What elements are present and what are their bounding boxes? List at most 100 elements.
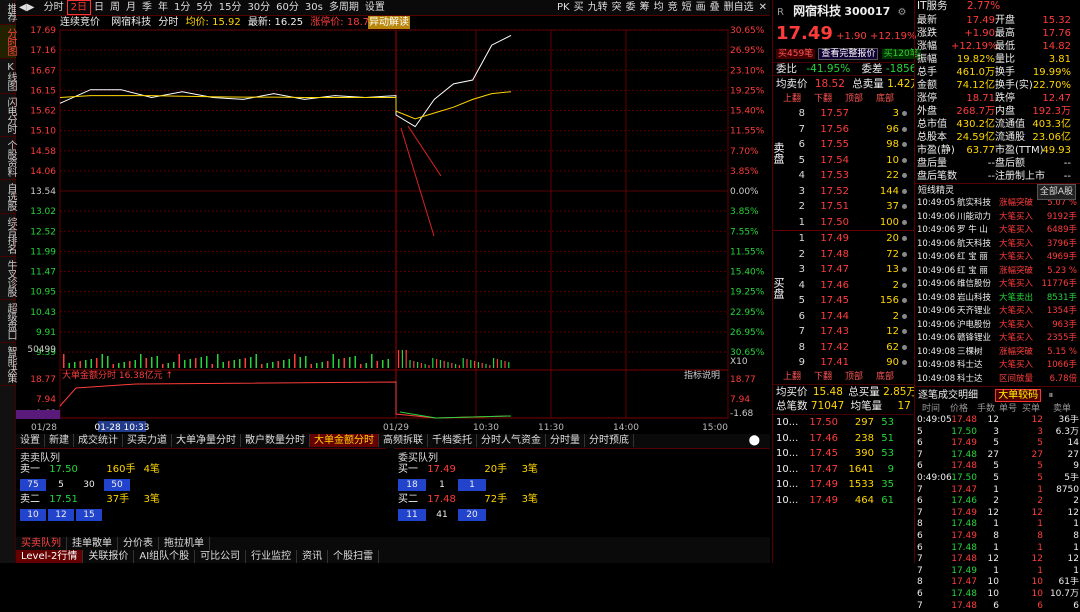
indicator-tab-4[interactable]: 大单净量分时 — [172, 434, 241, 447]
function-tab-3[interactable]: 可比公司 — [195, 550, 246, 563]
recent-trades: 10...17.502975310...17.462385110...17.45… — [773, 414, 914, 508]
indicator-tab-1[interactable]: 新建 — [45, 434, 74, 447]
sprite-scope-select[interactable]: 全部A股 — [1037, 184, 1076, 200]
left-tab-9[interactable]: 智能决策 — [0, 343, 16, 386]
function-tab-4[interactable]: 行业监控 — [246, 550, 297, 563]
tool-button-10[interactable]: 叠 — [708, 0, 722, 15]
queue-tab-1[interactable]: 挂单散单 — [67, 537, 118, 550]
period-tab-14[interactable]: 设置 — [362, 0, 388, 15]
indicator-tab-0[interactable]: 设置 — [16, 434, 45, 447]
left-tab-1[interactable]: 分时图 — [0, 25, 16, 59]
summary-cell: 14.82 — [1031, 40, 1071, 53]
tool-button-4[interactable]: 委 — [624, 0, 638, 15]
y-tick-right: 3.85% — [730, 167, 759, 177]
period-tab-5[interactable]: 季 — [139, 0, 155, 15]
sprite-row[interactable]: 10:49:06沪电股份大笔买入963手 — [917, 319, 1080, 333]
period-tab-11[interactable]: 60分 — [273, 0, 302, 15]
close-icon[interactable]: ✕ — [756, 0, 770, 15]
indicator-button[interactable]: 指标说明 — [684, 369, 720, 381]
tool-button-11[interactable]: 删自选 — [722, 0, 756, 15]
period-tab-12[interactable]: 30s — [302, 0, 326, 15]
olhead2-btn-2[interactable]: 顶部 — [845, 370, 876, 384]
period-tab-6[interactable]: 年 — [155, 0, 171, 15]
olhead2-btn-0[interactable]: 上翻 — [783, 370, 814, 384]
olhead1-btn-1[interactable]: 下翻 — [814, 92, 845, 106]
pause-icon[interactable]: ⏸ — [1048, 390, 1053, 401]
left-tab-2[interactable]: K线图 — [0, 59, 16, 94]
indicator-tab-5[interactable]: 散户数量分时 — [241, 434, 310, 447]
olhead1-btn-2[interactable]: 顶部 — [845, 92, 876, 106]
tool-button-7[interactable]: 竞 — [666, 0, 680, 15]
indicator-tab-11[interactable]: 分时预底 — [585, 434, 634, 447]
left-tab-6[interactable]: 综合排名 — [0, 214, 16, 257]
sprite-row[interactable]: 10:49:06维信股份大笔买入11776手 — [917, 278, 1080, 292]
sprite-row[interactable]: 10:49:06川能动力大笔买入9192手 — [917, 211, 1080, 225]
queue-tab-2[interactable]: 分价表 — [118, 537, 159, 550]
x-tick: 01/29 — [383, 423, 409, 433]
function-tab-0[interactable]: Level-2行情 — [16, 550, 83, 563]
function-tab-2[interactable]: AI组队个股 — [134, 550, 195, 563]
period-tab-1[interactable]: 2日 — [67, 0, 91, 15]
summary-cell: 盘后笔数 — [917, 170, 951, 183]
left-tab-4[interactable]: 个股资料 — [0, 137, 16, 180]
period-tab-3[interactable]: 周 — [107, 0, 123, 15]
queue-tab-0[interactable]: 买卖队列 — [16, 537, 67, 550]
queue-tab-3[interactable]: 拖拉机单 — [159, 537, 210, 550]
olhead1-btn-0[interactable]: 上翻 — [783, 92, 814, 106]
tool-button-6[interactable]: 均 — [652, 0, 666, 15]
sprite-cell: 大笔买入 — [999, 238, 1039, 252]
intraday-chart[interactable]: 17.6930.65%17.1626.95%16.6723.10%16.1519… — [16, 16, 770, 434]
toolbar-arrows-icon[interactable]: ◀▶ — [16, 0, 37, 15]
period-tab-9[interactable]: 15分 — [216, 0, 245, 15]
olhead2-btn-3[interactable]: 底部 — [876, 370, 907, 384]
sprite-row[interactable]: 10:49:06罗 牛 山大笔买入6489手 — [917, 224, 1080, 238]
tool-button-5[interactable]: 筹 — [638, 0, 652, 15]
left-tab-8[interactable]: 超级盘口 — [0, 300, 16, 343]
function-tab-6[interactable]: 个股扫雷 — [328, 550, 379, 563]
olhead2-btn-1[interactable]: 下翻 — [814, 370, 845, 384]
indicator-tab-2[interactable]: 成交统计 — [74, 434, 123, 447]
sprite-row[interactable]: 10:49:08科士达区间放量6.78倍 — [917, 373, 1080, 387]
left-tab-3[interactable]: 闪电分时 — [0, 94, 16, 137]
olhead1-btn-3[interactable]: 底部 — [876, 92, 907, 106]
tool-button-9[interactable]: 画 — [694, 0, 708, 15]
sprite-row[interactable]: 10:49:06红 宝 丽涨幅突破5.23 % — [917, 265, 1080, 279]
period-tab-13[interactable]: 多周期 — [326, 0, 362, 15]
period-tab-0[interactable]: 分时 — [41, 0, 67, 15]
period-tab-2[interactable]: 日 — [91, 0, 107, 15]
period-tab-10[interactable]: 30分 — [244, 0, 273, 15]
left-tab-7[interactable]: 牛叉诊股 — [0, 257, 16, 300]
big-order-button[interactable]: 大单较码 — [995, 389, 1041, 402]
indicator-tab-6[interactable]: 大单金额分时 — [310, 434, 379, 447]
indicator-tab-8[interactable]: 千档委托 — [428, 434, 477, 447]
indicator-tab-7[interactable]: 高频拆联 — [379, 434, 428, 447]
indicator-tab-10[interactable]: 分时量 — [546, 434, 585, 447]
tool-button-2[interactable]: 九转 — [586, 0, 610, 15]
sprite-row[interactable]: 10:49:06航天科技大笔买入3796手 — [917, 238, 1080, 252]
sprite-row[interactable]: 10:49:06天齐锂业大笔买入1354手 — [917, 305, 1080, 319]
sprite-row[interactable]: 10:49:06红 宝 丽大笔买入4969手 — [917, 251, 1080, 265]
gear-icon[interactable]: ⚙ — [897, 7, 906, 18]
period-tab-8[interactable]: 5分 — [193, 0, 215, 15]
period-tab-4[interactable]: 月 — [123, 0, 139, 15]
sprite-row[interactable]: 10:49:08岩山科技大笔卖出8531手 — [917, 292, 1080, 306]
tool-button-8[interactable]: 短 — [680, 0, 694, 15]
toggle-icon[interactable]: ⬤ — [745, 434, 764, 447]
summary-cell: 最高 — [995, 27, 1031, 40]
full-depth-button[interactable]: 查看完整报价 — [818, 48, 878, 60]
function-tab-1[interactable]: 关联报价 — [83, 550, 134, 563]
order-dot-icon — [902, 329, 907, 334]
sprite-row[interactable]: 10:49:06赣锋锂业大笔买入2355手 — [917, 332, 1080, 346]
tool-button-3[interactable]: 突 — [610, 0, 624, 15]
tool-button-0[interactable]: PK — [555, 0, 572, 15]
indicator-tab-3[interactable]: 买卖力道 — [123, 434, 172, 447]
sprite-row[interactable]: 10:49:08三棵树涨幅突破5.15 % — [917, 346, 1080, 360]
tool-button-1[interactable]: 买 — [572, 0, 586, 15]
left-tab-5[interactable]: 自选股 — [0, 180, 16, 214]
indicator-tab-9[interactable]: 分时人气资金 — [477, 434, 546, 447]
left-tab-0[interactable]: 推荐 — [0, 0, 16, 25]
period-tab-7[interactable]: 1分 — [171, 0, 193, 15]
sprite-row[interactable]: 10:49:08科士达大笔买入1066手 — [917, 359, 1080, 373]
volume-bar — [157, 356, 159, 368]
function-tab-5[interactable]: 资讯 — [297, 550, 328, 563]
